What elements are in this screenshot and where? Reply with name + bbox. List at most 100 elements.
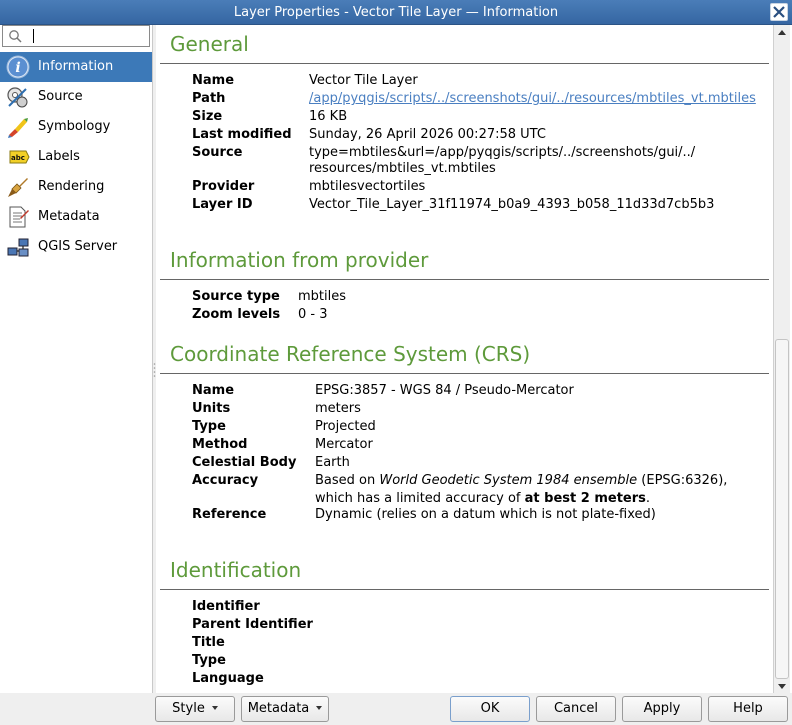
window-title: Layer Properties - Vector Tile Layer — I… — [233, 5, 559, 20]
field-value: 16 KB — [309, 109, 348, 124]
qgis-server-icon — [7, 238, 29, 257]
accuracy-datum: World Geodetic System 1984 ensemble — [379, 473, 638, 488]
field-value: Projected — [315, 419, 376, 434]
close-icon — [773, 6, 785, 18]
sidebar: i Information Source Symbology abc Label… — [0, 25, 153, 693]
cancel-button[interactable]: Cancel — [536, 696, 616, 722]
field-value: Dynamic (relies on a datum which is not … — [315, 507, 656, 522]
field-value: Based on World Geodetic System 1984 ense… — [315, 472, 727, 490]
window-titlebar: Layer Properties - Vector Tile Layer — I… — [0, 0, 792, 25]
field-label: Zoom levels — [192, 307, 281, 322]
field-label: Name — [192, 73, 235, 88]
field-value: Mercator — [315, 437, 373, 452]
sidebar-item-label: Labels — [38, 149, 80, 164]
text-cursor — [33, 29, 34, 43]
section-provider-title: Information from provider — [170, 248, 429, 272]
section-general-title: General — [170, 32, 249, 56]
information-scroll-area: General Name Vector Tile Layer Path /app… — [156, 25, 773, 693]
svg-text:abc: abc — [11, 154, 25, 162]
sidebar-item-qgis-server[interactable]: QGIS Server — [0, 232, 152, 262]
information-panel: General Name Vector Tile Layer Path /app… — [156, 25, 792, 693]
field-value: Earth — [315, 455, 350, 470]
sidebar-item-label: Rendering — [38, 179, 105, 194]
info-icon: i — [6, 55, 30, 79]
apply-button[interactable]: Apply — [622, 696, 702, 722]
section-divider — [160, 279, 769, 280]
field-value: Vector_Tile_Layer_31f11974_b0a9_4393_b05… — [309, 197, 715, 212]
field-label: Identifier — [192, 599, 260, 614]
chevron-down-icon — [316, 705, 323, 710]
field-label: Method — [192, 437, 248, 452]
sidebar-item-label: Information — [38, 59, 114, 74]
source-icon — [7, 87, 28, 108]
sidebar-item-metadata[interactable]: Metadata — [0, 202, 152, 232]
section-identification-title: Identification — [170, 558, 302, 582]
field-value: EPSG:3857 - WGS 84 / Pseudo-Mercator — [315, 383, 574, 398]
metadata-dropdown-button[interactable]: Metadata — [241, 696, 329, 722]
field-label: Last modified — [192, 127, 292, 142]
sidebar-item-label: Source — [38, 89, 83, 104]
accuracy-emphasis: at best 2 meters — [524, 491, 646, 506]
field-label: Source type — [192, 289, 280, 304]
sidebar-item-labels[interactable]: abc Labels — [0, 142, 152, 172]
field-label: Source — [192, 145, 243, 160]
button-label: Metadata — [247, 701, 310, 716]
section-divider — [160, 63, 769, 64]
close-button[interactable] — [770, 3, 788, 21]
field-label: Title — [192, 635, 225, 650]
field-value: Vector Tile Layer — [309, 73, 418, 88]
field-label: Accuracy — [192, 473, 259, 488]
metadata-icon — [9, 206, 29, 228]
field-value: mbtiles — [298, 289, 347, 304]
accuracy-text: . — [645, 491, 651, 506]
field-label: Size — [192, 109, 223, 124]
search-input[interactable] — [29, 28, 145, 44]
field-label: Parent Identifier — [192, 617, 313, 632]
sidebar-item-source[interactable]: Source — [0, 82, 152, 112]
field-value: meters — [315, 401, 361, 416]
svg-text:i: i — [15, 60, 20, 76]
search-box[interactable] — [2, 25, 150, 47]
field-value: 0 - 3 — [298, 307, 328, 322]
button-label: Style — [172, 701, 205, 716]
field-label: Provider — [192, 179, 255, 194]
labels-icon: abc — [9, 150, 30, 164]
field-value: Sunday, 26 April 2026 00:27:58 UTC — [309, 127, 546, 142]
section-divider — [160, 373, 769, 374]
button-bar: Style Metadata OK Cancel Apply Help — [0, 693, 792, 725]
sidebar-item-label: Symbology — [38, 119, 111, 134]
field-label: Type — [192, 653, 226, 668]
search-icon — [9, 30, 22, 43]
field-value: mbtilesvectortiles — [309, 179, 426, 194]
sidebar-nav: i Information Source Symbology abc Label… — [0, 52, 152, 262]
sidebar-item-information[interactable]: i Information — [0, 52, 152, 82]
ok-button[interactable]: OK — [450, 696, 530, 722]
field-value: resources/mbtiles_vt.mbtiles — [309, 161, 496, 176]
help-button[interactable]: Help — [708, 696, 788, 722]
scroll-up-icon[interactable] — [778, 30, 786, 35]
symbology-icon — [8, 118, 28, 138]
scrollbar-thumb[interactable] — [775, 339, 789, 679]
field-label: Type — [192, 419, 226, 434]
accuracy-text: Based on — [315, 473, 380, 488]
field-label: Path — [192, 91, 226, 106]
field-label: Layer ID — [192, 197, 253, 212]
vertical-scrollbar[interactable] — [773, 25, 790, 693]
field-label: Name — [192, 383, 235, 398]
scroll-down-icon[interactable] — [778, 684, 786, 689]
field-label: Celestial Body — [192, 455, 297, 470]
rendering-icon — [8, 178, 28, 197]
style-dropdown-button[interactable]: Style — [155, 696, 235, 722]
field-label: Reference — [192, 507, 267, 522]
sidebar-item-label: Metadata — [38, 209, 100, 224]
sidebar-item-label: QGIS Server — [38, 239, 118, 254]
accuracy-text: (EPSG:6326), — [637, 473, 728, 488]
sidebar-item-rendering[interactable]: Rendering — [0, 172, 152, 202]
accuracy-text: which has a limited accuracy of — [315, 491, 525, 506]
field-label: Units — [192, 401, 231, 416]
chevron-down-icon — [211, 705, 218, 710]
section-crs-title: Coordinate Reference System (CRS) — [170, 342, 531, 366]
path-link[interactable]: /app/pyqgis/scripts/../screenshots/gui/.… — [309, 90, 756, 108]
sidebar-item-symbology[interactable]: Symbology — [0, 112, 152, 142]
section-divider — [160, 589, 769, 590]
